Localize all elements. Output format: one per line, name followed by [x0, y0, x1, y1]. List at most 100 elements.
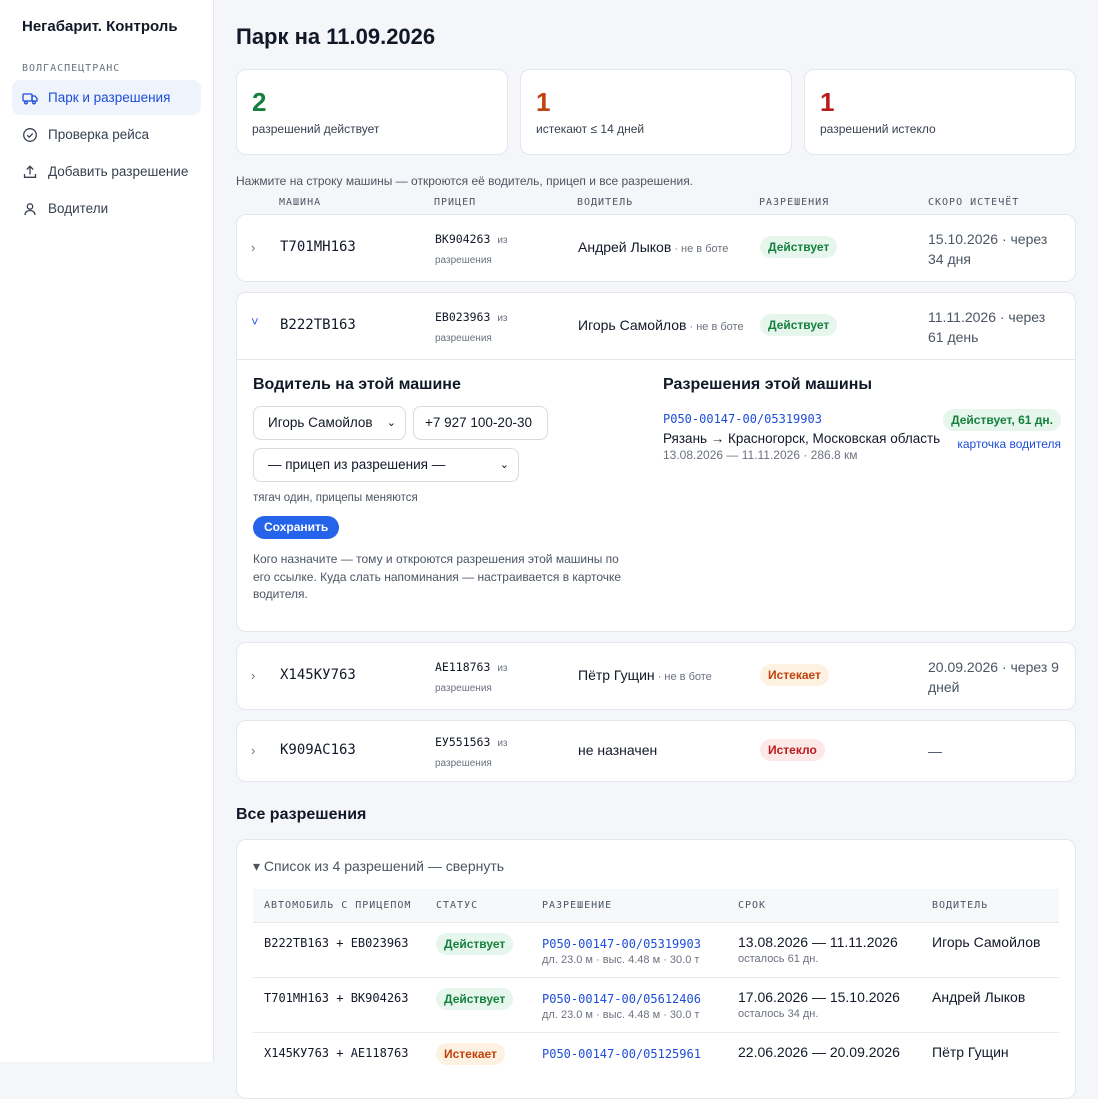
- period-dates: 22.06.2026 — 20.09.2026: [738, 1043, 900, 1060]
- cell-period: 17.06.2026 — 15.10.2026 осталось 34 дн.: [727, 976, 921, 1032]
- trailer-number: ВК904263: [435, 232, 491, 246]
- vehicle-row[interactable]: › Х145КУ763 АЕ118763 из разрешения Пётр Г…: [236, 642, 1076, 710]
- stat-value: 1: [820, 87, 835, 117]
- check-circle-icon: [23, 127, 37, 142]
- permits-list-toggle[interactable]: ▾ Список из 4 разрешений — свернуть: [253, 858, 1059, 878]
- trailer-cell: ЕВ023963 из разрешения: [435, 308, 525, 348]
- stat-expired: 1 разрешений истекло: [804, 69, 1076, 155]
- period-dates: 13.08.2026 — 11.11.2026: [738, 933, 898, 950]
- save-button[interactable]: Сохранить: [253, 516, 340, 539]
- page-title: Парк на 11.09.2026: [236, 24, 436, 49]
- col-permits: РАЗРЕШЕНИЯ: [759, 197, 830, 208]
- trailer-number: АЕ118763: [435, 660, 491, 674]
- status-badge: Истекает: [760, 664, 829, 686]
- th-permit: РАЗРЕШЕНИЕ: [531, 889, 727, 922]
- permits-table: АВТОМОБИЛЬ С ПРИЦЕПОМ СТАТУС РАЗРЕШЕНИЕ …: [253, 889, 1059, 1087]
- driver-section-title: Водитель на этой машине: [253, 376, 461, 393]
- cell-vehicle: В222ТВ163 + ЕВ023963: [253, 921, 425, 977]
- permits-table-header: АВТОМОБИЛЬ С ПРИЦЕПОМ СТАТУС РАЗРЕШЕНИЕ …: [253, 889, 1059, 922]
- stat-label: разрешений действует: [252, 122, 380, 136]
- cell-driver: Игорь Самойлов: [921, 921, 1059, 977]
- driver-select[interactable]: Игорь Самойлов ⌄: [253, 406, 406, 440]
- chevron-right-icon[interactable]: ›: [251, 240, 255, 255]
- cell-vehicle: Т701МН163 + ВК904263: [253, 976, 425, 1032]
- expires-soon: 11.11.2026 · через 61 день: [928, 309, 1046, 345]
- phone-field[interactable]: +7 927 100-20-30: [413, 406, 548, 440]
- expires-soon: 15.10.2026 · через 34 дня: [928, 231, 1048, 267]
- trailer-source: разрешения: [435, 683, 492, 694]
- cell-driver: Андрей Лыков: [921, 976, 1059, 1032]
- driver-card-link[interactable]: карточка водителя: [957, 437, 1061, 451]
- trailer-from: из: [497, 313, 508, 324]
- chevron-down-icon: ⌄: [386, 417, 396, 429]
- nav-label: Добавить разрешение: [48, 164, 189, 179]
- driver-bot-status: · не в боте: [654, 671, 712, 683]
- fleet-hint: Нажмите на строку машины — откроются её …: [236, 174, 694, 188]
- trailer-select[interactable]: — прицеп из разрешения — ⌄: [253, 448, 519, 482]
- permit-dims: дл. 23.0 м · выс. 4.48 м · 30.0 т: [542, 953, 700, 966]
- driver-name: Андрей Лыков: [578, 239, 672, 255]
- col-driver: ВОДИТЕЛЬ: [577, 197, 634, 208]
- trailer-note: тягач один, прицепы меняются: [253, 492, 418, 504]
- cell-driver: Пётр Гущин: [921, 1031, 1059, 1087]
- permit-dims: дл. 23.0 м · выс. 4.48 м · 30.0 т: [542, 1008, 700, 1021]
- nav-item-drivers[interactable]: Водители: [12, 191, 201, 226]
- vehicle-row[interactable]: › К909АС163 ЕУ551563 из разрешения не наз…: [236, 720, 1076, 782]
- driver-name: не назначен: [578, 742, 658, 758]
- nav-item-fleet[interactable]: Парк и разрешения: [12, 80, 201, 115]
- vehicle-row-expanded[interactable]: ˅ В222ТВ163 ЕВ023963 из разрешения Игорь …: [236, 292, 1076, 632]
- stat-label: разрешений истекло: [820, 122, 936, 136]
- vehicle-row[interactable]: › Т701МН163 ВК904263 из разрешения Андрей…: [236, 214, 1076, 282]
- status-badge: Действует: [436, 932, 514, 955]
- driver-name: Игорь Самойлов: [578, 317, 687, 333]
- driver-cell: Пётр Гущин · не в боте: [578, 667, 712, 683]
- cell-permit: P050-00147-00/05612406 дл. 23.0 м · выс.…: [531, 976, 727, 1032]
- trailer-source: разрешения: [435, 333, 492, 344]
- trailer-number: ЕВ023963: [435, 310, 491, 324]
- phone-value: +7 927 100-20-30: [425, 415, 532, 430]
- cell-permit: P050-00147-00/05319903 дл. 23.0 м · выс.…: [531, 921, 727, 977]
- period-dates: 17.06.2026 — 15.10.2026: [738, 988, 900, 1005]
- nav-item-add-permit[interactable]: Добавить разрешение: [12, 154, 201, 189]
- permit-number-link[interactable]: P050-00147-00/05125961: [542, 1047, 727, 1061]
- nav-label: Парк и разрешения: [48, 90, 171, 105]
- driver-select-value: Игорь Самойлов: [268, 415, 373, 430]
- trailer-number: ЕУ551563: [435, 735, 491, 749]
- cell-permit: P050-00147-00/05125961: [531, 1031, 727, 1087]
- table-row[interactable]: Х145КУ763 + АЕ118763 Истекает P050-00147…: [253, 1031, 1059, 1087]
- table-row[interactable]: Т701МН163 + ВК904263 Действует P050-0014…: [253, 976, 1059, 1032]
- trailer-cell: АЕ118763 из разрешения: [435, 658, 525, 698]
- sidebar: Негабарит. Контроль ВОЛГАСПЕЦТРАНС Парк …: [0, 0, 214, 1062]
- vehicle-plate: Т701МН163: [280, 239, 356, 255]
- assignment-explanation: Кого назначите — тому и откроются разреш…: [253, 552, 622, 601]
- driver-cell: Андрей Лыков · не в боте: [578, 239, 728, 255]
- cell-status: Истекает: [425, 1031, 531, 1087]
- nav-label: Проверка рейса: [48, 127, 150, 142]
- stat-label: истекают ≤ 14 дней: [536, 122, 645, 136]
- expires-soon: —: [928, 743, 942, 759]
- expires-soon: 20.09.2026 · через 9 дней: [928, 659, 1059, 695]
- main-content: Парк на 11.09.2026 2 разрешений действуе…: [236, 0, 1076, 1099]
- driver-bot-status: · не в боте: [686, 321, 744, 333]
- cell-status: Действует: [425, 921, 531, 977]
- stat-value: 2: [252, 87, 267, 117]
- permit-status-badge: Действует, 61 дн.: [943, 409, 1061, 431]
- status-badge: Истекает: [436, 1042, 505, 1065]
- table-row[interactable]: В222ТВ163 + ЕВ023963 Действует P050-0014…: [253, 921, 1059, 977]
- cell-period: 13.08.2026 — 11.11.2026 осталось 61 дн.: [727, 921, 921, 977]
- chevron-right-icon[interactable]: ›: [251, 743, 255, 758]
- vehicle-plate: К909АС163: [280, 742, 356, 758]
- trailer-select-value: — прицеп из разрешения —: [268, 457, 446, 472]
- col-trailer: ПРИЦЕП: [434, 197, 477, 208]
- nav-item-trip-check[interactable]: Проверка рейса: [12, 117, 201, 152]
- chevron-down-icon[interactable]: ˅: [251, 314, 259, 329]
- chevron-right-icon[interactable]: ›: [251, 668, 255, 683]
- status-badge: Действует: [436, 987, 514, 1010]
- truck-icon: [22, 92, 38, 104]
- driver-name: Пётр Гущин: [578, 667, 655, 683]
- permit-number-link[interactable]: P050-00147-00/05319903: [542, 937, 727, 951]
- cell-status: Действует: [425, 976, 531, 1032]
- permit-number-link[interactable]: P050-00147-00/05612406: [542, 992, 727, 1006]
- all-permits-card: ▾ Список из 4 разрешений — свернуть АВТО…: [236, 839, 1076, 1099]
- period-left: осталось 61 дн.: [738, 952, 819, 965]
